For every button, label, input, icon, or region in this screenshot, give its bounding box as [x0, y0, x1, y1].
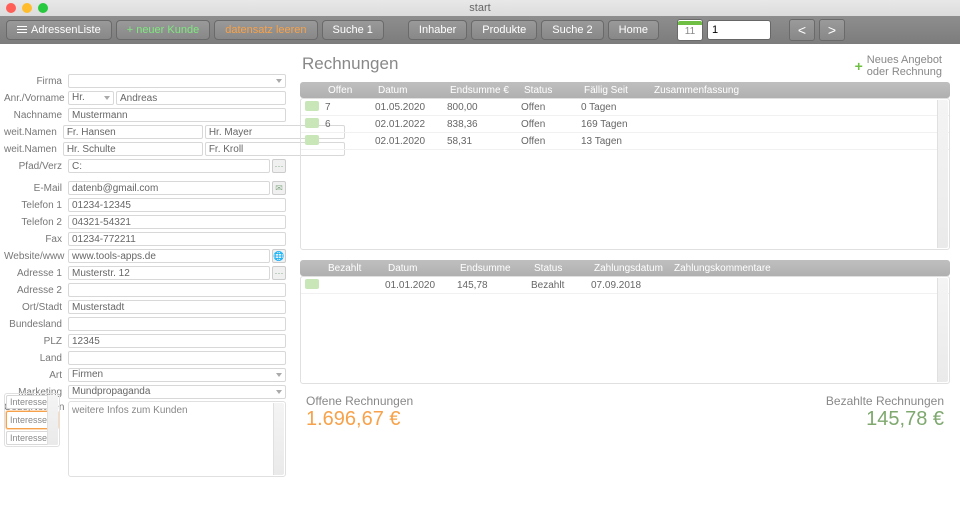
open-invoices-header: Offen Datum Endsumme € Status Fällig Sei… [300, 82, 950, 98]
adr1-input[interactable] [68, 266, 270, 280]
label-pfad: Pfad/Verz [4, 161, 66, 172]
label-firma: Firma [4, 76, 66, 87]
plz-input[interactable] [68, 334, 286, 348]
label-anr-vorname: Anr./Vorname [4, 93, 66, 104]
table-row[interactable]: 01.01.2020145,78Bezahlt07.09.2018 [301, 277, 949, 294]
label-bundesland: Bundesland [4, 319, 66, 330]
window-title: start [0, 2, 960, 14]
bundesland-input[interactable] [68, 317, 286, 331]
label-fax: Fax [4, 234, 66, 245]
label-tel2: Telefon 2 [4, 217, 66, 228]
new-offer-invoice-button[interactable]: + Neues Angebotoder Rechnung [855, 54, 942, 78]
label-adr1: Adresse 1 [4, 268, 66, 279]
pfad-browse-button[interactable]: ⋯ [272, 159, 286, 173]
interest-tag[interactable]: Interesse3 [6, 431, 58, 445]
row-badge-icon [305, 101, 319, 111]
window-titlebar: start [0, 0, 960, 16]
owner-button[interactable]: Inhaber [408, 20, 467, 40]
label-adr2: Adresse 2 [4, 285, 66, 296]
adr2-input[interactable] [68, 283, 286, 297]
list-icon [17, 26, 27, 34]
label-ort: Ort/Stadt [4, 302, 66, 313]
notes-textarea[interactable]: weitere Infos zum Kunden [68, 401, 286, 477]
row-badge-icon [305, 279, 319, 289]
label-weit1: weit.Namen [4, 127, 61, 138]
search-1-button[interactable]: Suche 1 [322, 20, 384, 40]
label-tel1: Telefon 1 [4, 200, 66, 211]
land-input[interactable] [68, 351, 286, 365]
art-select[interactable]: Firmen [68, 368, 286, 382]
web-input[interactable] [68, 249, 270, 263]
weit2a-input[interactable] [63, 142, 203, 156]
anrede-select[interactable]: Hr. [68, 91, 114, 105]
table-row[interactable]: 602.01.2022838,36Offen169 Tagen [301, 116, 949, 133]
new-customer-button[interactable]: + neuer Kunde [116, 20, 210, 40]
label-nachname: Nachname [4, 110, 66, 121]
products-button[interactable]: Produkte [471, 20, 537, 40]
interest-tag[interactable]: Interesse2 [6, 411, 58, 429]
prev-record-button[interactable]: < [789, 19, 815, 41]
label-weit2: weit.Namen [4, 144, 61, 155]
email-send-button[interactable]: ✉ [272, 181, 286, 195]
customer-form: Firma Anr./VornameHr. Nachname weit.Name… [0, 44, 294, 532]
paid-total: Bezahlte Rechnungen 145,78 € [826, 394, 944, 431]
label-email: E-Mail [4, 183, 66, 194]
label-art: Art [4, 370, 66, 381]
tel1-input[interactable] [68, 198, 286, 212]
calendar-button[interactable]: 11 [677, 19, 703, 41]
label-web: Website/www [4, 251, 66, 262]
paid-invoices-table[interactable]: 01.01.2020145,78Bezahlt07.09.2018 [300, 276, 950, 384]
paid-invoices-header: Bezahlt Datum Endsumme Status Zahlungsda… [300, 260, 950, 276]
home-button[interactable]: Home [608, 20, 659, 40]
row-badge-icon [305, 135, 319, 145]
web-open-button[interactable]: 🌐 [272, 249, 286, 263]
weit1a-input[interactable] [63, 125, 203, 139]
adr1-map-button[interactable]: ⋯ [272, 266, 286, 280]
toolbar: AdressenListe + neuer Kunde datensatz le… [0, 16, 960, 44]
plus-icon: + [855, 58, 863, 74]
firma-select[interactable] [68, 74, 286, 88]
ort-input[interactable] [68, 300, 286, 314]
address-list-button[interactable]: AdressenListe [6, 20, 112, 40]
label-plz: PLZ [4, 336, 66, 347]
page-title: Rechnungen [300, 50, 950, 82]
label-land: Land [4, 353, 66, 364]
next-record-button[interactable]: > [819, 19, 845, 41]
interest-list[interactable]: Interesse1 Interesse2 Interesse3 [4, 393, 60, 447]
fax-input[interactable] [68, 232, 286, 246]
search-2-button[interactable]: Suche 2 [541, 20, 603, 40]
open-invoices-table[interactable]: 701.05.2020800,00Offen0 Tagen 602.01.202… [300, 98, 950, 250]
email-input[interactable] [68, 181, 270, 195]
interest-tag[interactable]: Interesse1 [6, 395, 58, 409]
open-total: Offene Rechnungen 1.696,67 € [306, 394, 413, 431]
table-row[interactable]: 02.01.202058,31Offen13 Tagen [301, 133, 949, 150]
marketing-select[interactable]: Mundpropaganda [68, 385, 286, 399]
nachname-input[interactable] [68, 108, 286, 122]
page-number-input[interactable] [707, 20, 771, 40]
row-badge-icon [305, 118, 319, 128]
tel2-input[interactable] [68, 215, 286, 229]
table-row[interactable]: 701.05.2020800,00Offen0 Tagen [301, 99, 949, 116]
vorname-input[interactable] [116, 91, 286, 105]
pfad-input[interactable] [68, 159, 270, 173]
clear-record-button[interactable]: datensatz leeren [214, 20, 317, 40]
